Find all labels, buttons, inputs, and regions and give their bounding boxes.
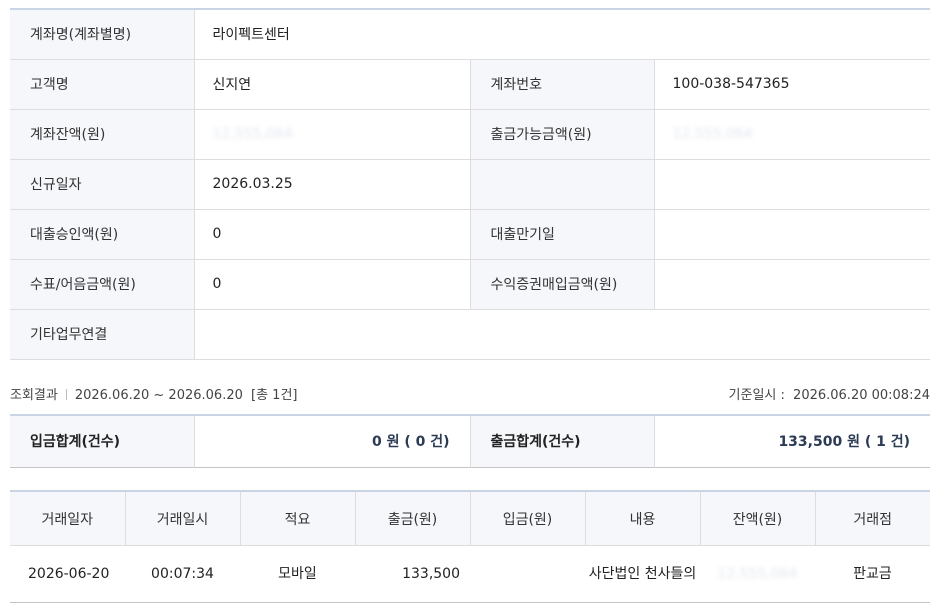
loan-approval-label: 대출승인액(원) xyxy=(10,209,194,260)
query-period-value: 2026.06.20 ~ 2026.06.20 xyxy=(74,388,243,403)
col-header-withdraw: 출금(원) xyxy=(354,491,470,546)
col-header-branch: 거래점 xyxy=(814,491,930,546)
cell-date: 2026-06-20 xyxy=(10,545,125,603)
table-row: 2026-06-20 00:07:34 모바일 133,500 사단법인 천사들… xyxy=(10,545,930,603)
account-number-label: 계좌번호 xyxy=(469,59,655,110)
open-date-value: 2026.03.25 xyxy=(193,159,470,210)
col-header-deposit: 입금(원) xyxy=(469,491,585,546)
query-result-line: 조회결과 2026.06.20 ~ 2026.06.20 [총 1건] 기준일시 … xyxy=(10,384,930,404)
securities-label: 수익증권매입금액(원) xyxy=(469,259,655,310)
cell-withdraw: 133,500 xyxy=(355,545,470,603)
cell-time: 00:07:34 xyxy=(125,545,240,603)
col-header-content: 내용 xyxy=(584,491,700,546)
deposit-total-label: 입금합계(건수) xyxy=(10,415,194,467)
loan-maturity-label: 대출만기일 xyxy=(469,209,655,260)
balance-value-text: 12,555,064 xyxy=(212,126,293,142)
col-header-memo: 적요 xyxy=(239,491,355,546)
transaction-header-row: 거래일자 거래일시 적요 출금(원) 입금(원) 내용 잔액(원) 거래점 xyxy=(10,491,930,546)
col-header-balance: 잔액(원) xyxy=(699,491,815,546)
securities-value xyxy=(654,259,931,310)
account-name-value: 라이펙트센터 xyxy=(193,9,931,60)
cell-deposit xyxy=(470,545,585,603)
account-name-label: 계좌명(계좌별명) xyxy=(10,9,194,60)
summary-row: 입금합계(건수) 0 원 ( 0 건) 출금합계(건수) 133,500 원 (… xyxy=(10,415,930,467)
deposit-total-value: 0 원 ( 0 건) xyxy=(193,415,470,467)
summary-table: 입금합계(건수) 0 원 ( 0 건) 출금합계(건수) 133,500 원 (… xyxy=(10,414,930,468)
cell-branch: 판교금 xyxy=(815,545,930,603)
cell-content: 사단법인 천사들의 xyxy=(585,545,700,603)
check-bill-label: 수표/어음금액(원) xyxy=(10,259,194,310)
withdrawable-value-text: 12,555,064 xyxy=(672,126,753,142)
customer-row: 고객명 신지연 계좌번호 100-038-547365 xyxy=(10,59,931,110)
divider xyxy=(65,389,67,400)
loan-maturity-value xyxy=(654,209,931,260)
account-info-table: 계좌명(계좌별명) 라이펙트센터 고객명 신지연 계좌번호 100-038-54… xyxy=(10,8,931,360)
empty-value-cell xyxy=(654,159,931,210)
other-link-label: 기타업무연결 xyxy=(10,309,194,360)
open-date-label: 신규일자 xyxy=(10,159,194,210)
withdraw-total-label: 출금합계(건수) xyxy=(469,415,655,467)
account-number-value: 100-038-547365 xyxy=(654,59,931,110)
other-link-value[interactable] xyxy=(193,309,931,360)
balance-value: 12,555,064 xyxy=(193,109,470,160)
loan-row: 대출승인액(원) 0 대출만기일 xyxy=(10,209,931,260)
check-row: 수표/어음금액(원) 0 수익증권매입금액(원) xyxy=(10,259,931,310)
other-link-row: 기타업무연결 xyxy=(10,309,931,360)
open-date-row: 신규일자 2026.03.25 xyxy=(10,159,931,210)
query-period: 조회결과 2026.06.20 ~ 2026.06.20 [총 1건] xyxy=(10,384,297,403)
transaction-table: 거래일자 거래일시 적요 출금(원) 입금(원) 내용 잔액(원) 거래점 20… xyxy=(10,490,930,603)
cell-balance-text: 12,555,064 xyxy=(717,565,798,582)
account-name-row: 계좌명(계좌별명) 라이펙트센터 xyxy=(10,9,931,60)
withdraw-total-value: 133,500 원 ( 1 건) xyxy=(778,434,910,451)
cell-memo: 모바일 xyxy=(240,545,355,603)
withdrawable-value: 12,555,064 xyxy=(654,109,931,160)
balance-label: 계좌잔액(원) xyxy=(10,109,194,160)
balance-row: 계좌잔액(원) 12,555,064 출금가능금액(원) 12,555,064 xyxy=(10,109,931,160)
base-time: 기준일시 : 2026.06.20 00:08:24 xyxy=(729,384,930,403)
withdrawable-label: 출금가능금액(원) xyxy=(469,109,655,160)
base-time-value: 2026.06.20 00:08:24 xyxy=(793,388,930,403)
query-result-label: 조회결과 xyxy=(10,388,58,403)
customer-name-value: 신지연 xyxy=(193,59,470,110)
empty-label-cell xyxy=(469,159,655,210)
query-count: [총 1건] xyxy=(251,388,298,403)
cell-balance: 12,555,064 xyxy=(700,545,815,603)
col-header-date: 거래일자 xyxy=(10,491,125,546)
col-header-time: 거래일시 xyxy=(124,491,240,546)
customer-name-label: 고객명 xyxy=(10,59,194,110)
base-time-label: 기준일시 : xyxy=(728,388,785,403)
check-bill-value: 0 xyxy=(193,259,470,310)
loan-approval-value: 0 xyxy=(193,209,470,260)
